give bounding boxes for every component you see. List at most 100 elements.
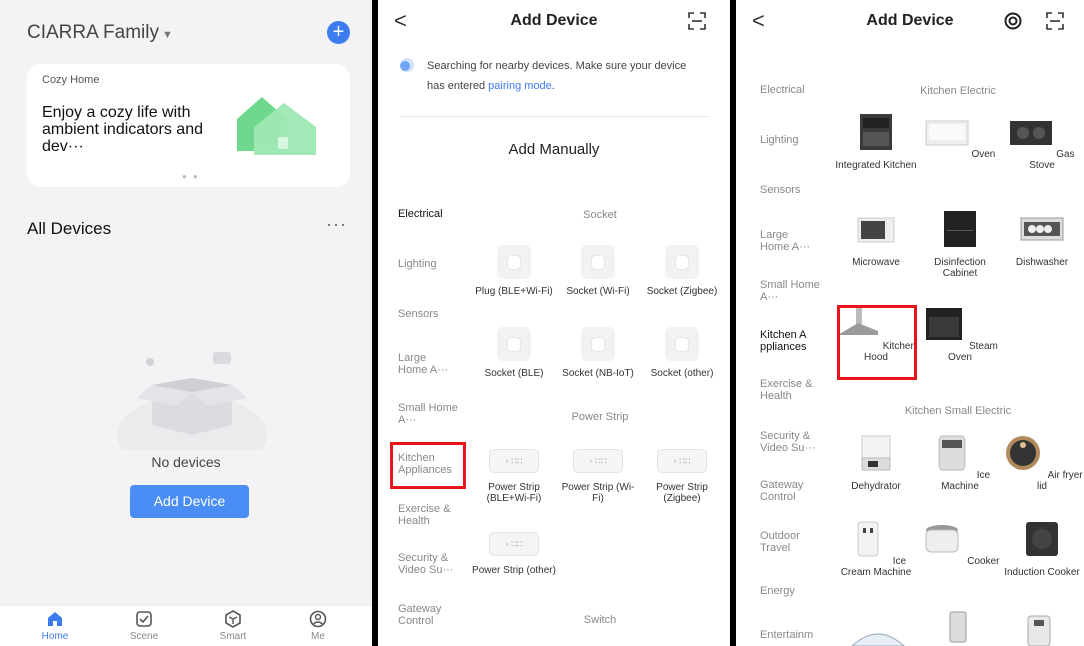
category-energy[interactable]: Energy: [760, 585, 795, 597]
me-icon: [309, 610, 327, 628]
category-gateway-control[interactable]: Gateway Control: [398, 603, 458, 627]
integrated-kitchen-icon: [860, 114, 892, 150]
tab-bar: Home Scene Smart Me: [0, 605, 372, 646]
device-gas-stove[interactable]: Gas Stove: [1000, 113, 1084, 171]
add-device-screen: < Add Device Searching for nearby device…: [378, 0, 730, 646]
device-label: Microwave: [852, 257, 900, 268]
search-text: Searching for nearby devices. Make sure …: [427, 60, 687, 92]
dehydrator-icon: [861, 435, 891, 471]
home-icon: [48, 612, 62, 626]
caret-down-icon: ▼: [161, 29, 173, 41]
category-small-home[interactable]: Small Home A···: [398, 402, 458, 426]
device-integrated-kitchen[interactable]: Integrated Kitchen: [834, 113, 918, 171]
search-tip: Searching for nearby devices. Make sure …: [400, 56, 700, 96]
device-oven[interactable]: Oven: [918, 113, 1002, 160]
category-lighting[interactable]: Lighting: [398, 258, 437, 270]
category-exercise-health[interactable]: Exercise & Health: [760, 378, 820, 402]
device-label: Socket (other): [650, 368, 714, 379]
device-socket-zigbee[interactable]: Socket (Zigbee): [640, 245, 724, 297]
device-label: Dishwasher: [1015, 257, 1069, 268]
device-label: Oven: [971, 149, 996, 160]
device-strip-other[interactable]: ◦ ∷∷ Power Strip (other): [472, 532, 556, 576]
category-large-home[interactable]: Large Home A···: [760, 229, 820, 253]
category-kitchen-appliances[interactable]: Kitchen A ppliances: [760, 329, 820, 353]
card-label: Cozy Home: [42, 74, 100, 86]
category-sensors[interactable]: Sensors: [760, 184, 800, 196]
device-label: Ice Cream Machine: [840, 556, 912, 578]
device-disinfection-cabinet[interactable]: Disinfection Cabinet: [918, 210, 1002, 279]
device-air-fryer-lid[interactable]: Air fryer lid: [1000, 434, 1084, 492]
device-strip-ble-wifi[interactable]: ◦ ∷∷ Power Strip (BLE+Wi-Fi): [472, 449, 556, 504]
family-selector[interactable]: CIARRA Family ▼: [27, 22, 173, 44]
scan-icon[interactable]: [1046, 12, 1064, 30]
ice-machine-icon: [938, 435, 966, 471]
scan-icon[interactable]: [688, 12, 706, 30]
socket-icon: [665, 327, 699, 361]
category-security-video[interactable]: Security & Video Su···: [398, 552, 462, 576]
scene-icon: [136, 611, 152, 627]
device-steam-oven[interactable]: Steam Oven: [918, 305, 1002, 363]
section-switch: Switch: [583, 614, 617, 626]
device-socket-ble[interactable]: Socket (BLE): [472, 327, 556, 379]
oven-icon: [925, 120, 969, 146]
device-socket-wifi[interactable]: Socket (Wi-Fi): [556, 245, 640, 297]
category-sensors[interactable]: Sensors: [398, 308, 438, 320]
category-large-home[interactable]: Large Home A···: [398, 352, 458, 376]
category-lighting[interactable]: Lighting: [760, 134, 799, 146]
device-label: Gas Stove: [1029, 149, 1075, 171]
section-kitchen-electric: Kitchen Electric: [920, 85, 996, 97]
category-gateway-control[interactable]: Gateway Control: [760, 479, 820, 503]
device-microwave[interactable]: Microwave: [834, 210, 918, 268]
category-outdoor-travel[interactable]: Outdoor Travel: [760, 530, 820, 554]
device-strip-zigbee[interactable]: ◦ ∷∷ Power Strip (Zigbee): [640, 449, 724, 504]
section-power-strip: Power Strip: [571, 411, 629, 423]
gas-stove-icon: [1010, 121, 1053, 145]
add-plus-button[interactable]: +: [327, 21, 350, 44]
device-label: Plug (BLE+Wi-Fi): [475, 286, 553, 297]
device-induction-cooker[interactable]: Induction Cooker: [1000, 520, 1084, 578]
more-icon[interactable]: ···: [326, 214, 347, 235]
device-label: Air fryer lid: [1036, 470, 1083, 492]
tab-smart[interactable]: Smart: [203, 610, 263, 642]
tab-label: Smart: [219, 631, 247, 642]
device-cooker[interactable]: Cooker: [918, 520, 1002, 567]
category-entertainment[interactable]: Entertainm: [760, 629, 813, 641]
device-socket-other[interactable]: Socket (other): [640, 327, 724, 379]
device-label: Ice Machine: [941, 470, 991, 492]
category-electrical[interactable]: Electrical: [760, 84, 805, 96]
device-label: Power Strip (Wi-Fi): [561, 482, 635, 504]
device-plug-ble-wifi[interactable]: Plug (BLE+Wi-Fi): [472, 245, 556, 297]
device-label: Power Strip (Zigbee): [656, 482, 708, 504]
tab-me[interactable]: Me: [288, 610, 348, 642]
category-exercise-health[interactable]: Exercise & Health: [398, 503, 460, 527]
device-label: Power Strip (BLE+Wi-Fi): [486, 482, 542, 504]
device-ice-machine[interactable]: Ice Machine: [918, 434, 1002, 492]
carousel-dots: ● ●: [182, 172, 200, 181]
divider: [400, 116, 708, 117]
search-end: .: [551, 80, 555, 92]
tab-home[interactable]: Home: [25, 610, 85, 642]
device-label: Dehydrator: [851, 481, 901, 492]
add-device-button[interactable]: Add Device: [130, 485, 249, 518]
category-electrical[interactable]: Electrical: [398, 208, 443, 220]
power-strip-icon: ◦ ∷∷: [657, 449, 707, 473]
ice-cream-machine-icon: [857, 521, 879, 557]
device-strip-wifi[interactable]: ◦ ∷∷ Power Strip (Wi-Fi): [556, 449, 640, 504]
category-security-video[interactable]: Security & Video Su···: [760, 430, 824, 454]
device-dishwasher[interactable]: Dishwasher: [1000, 210, 1084, 268]
cozy-home-card[interactable]: Cozy Home Enjoy a cozy life with ambient…: [27, 64, 350, 187]
signal-icon[interactable]: [1004, 12, 1022, 30]
tab-label: Scene: [129, 631, 159, 642]
socket-icon: [497, 327, 531, 361]
cooker-icon: [925, 525, 959, 553]
section-socket: Socket: [583, 209, 617, 221]
device-ice-cream-machine[interactable]: Ice Cream Machine: [834, 520, 918, 578]
pairing-mode-link[interactable]: pairing mode: [488, 80, 552, 92]
tab-scene[interactable]: Scene: [114, 610, 174, 642]
device-label: Socket (Zigbee): [646, 286, 718, 297]
category-small-home[interactable]: Small Home A···: [760, 279, 820, 303]
power-strip-icon: ◦ ∷∷: [573, 449, 623, 473]
device-socket-nbiot[interactable]: Socket (NB-IoT): [556, 327, 640, 379]
device-dehydrator[interactable]: Dehydrator: [834, 434, 918, 492]
microwave-icon: [857, 217, 895, 243]
